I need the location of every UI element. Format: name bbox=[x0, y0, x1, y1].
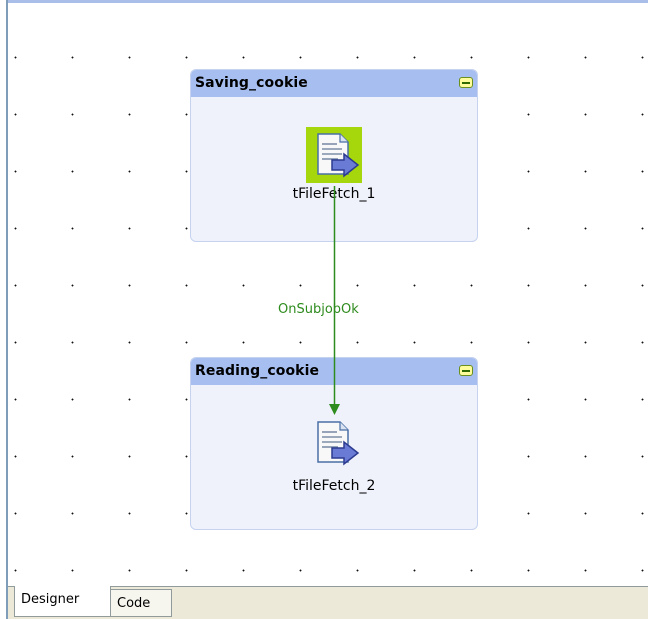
component-tfilefetch-2[interactable]: tFileFetch_2 bbox=[264, 415, 404, 499]
file-fetch-icon bbox=[317, 421, 360, 466]
subjob-header[interactable]: Saving_cookie bbox=[191, 70, 477, 97]
tab-designer[interactable]: Designer bbox=[14, 586, 111, 617]
component-label: tFileFetch_1 bbox=[292, 186, 376, 202]
selection-highlight bbox=[306, 127, 362, 183]
editor-tab-bar: Designer Code bbox=[8, 586, 648, 619]
component-label: tFileFetch_2 bbox=[292, 478, 376, 494]
collapse-icon[interactable] bbox=[459, 365, 473, 376]
subjob-header[interactable]: Reading_cookie bbox=[191, 358, 477, 385]
connection-label[interactable]: OnSubjobOk bbox=[278, 302, 359, 317]
tab-code[interactable]: Code bbox=[111, 589, 172, 617]
component-icon-wrap bbox=[306, 415, 362, 471]
subjob-title: Reading_cookie bbox=[195, 363, 320, 379]
subjob-title: Saving_cookie bbox=[195, 75, 308, 91]
file-fetch-icon bbox=[317, 133, 360, 178]
component-tfilefetch-1[interactable]: tFileFetch_1 bbox=[264, 127, 404, 211]
collapse-icon[interactable] bbox=[459, 77, 473, 88]
